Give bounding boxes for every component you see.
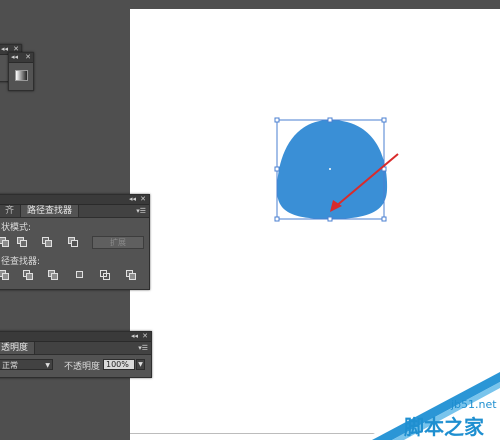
watermark-name: 脚本之家 bbox=[404, 415, 484, 439]
watermark-band bbox=[362, 366, 500, 440]
watermark-site: jb51.net bbox=[451, 398, 497, 411]
